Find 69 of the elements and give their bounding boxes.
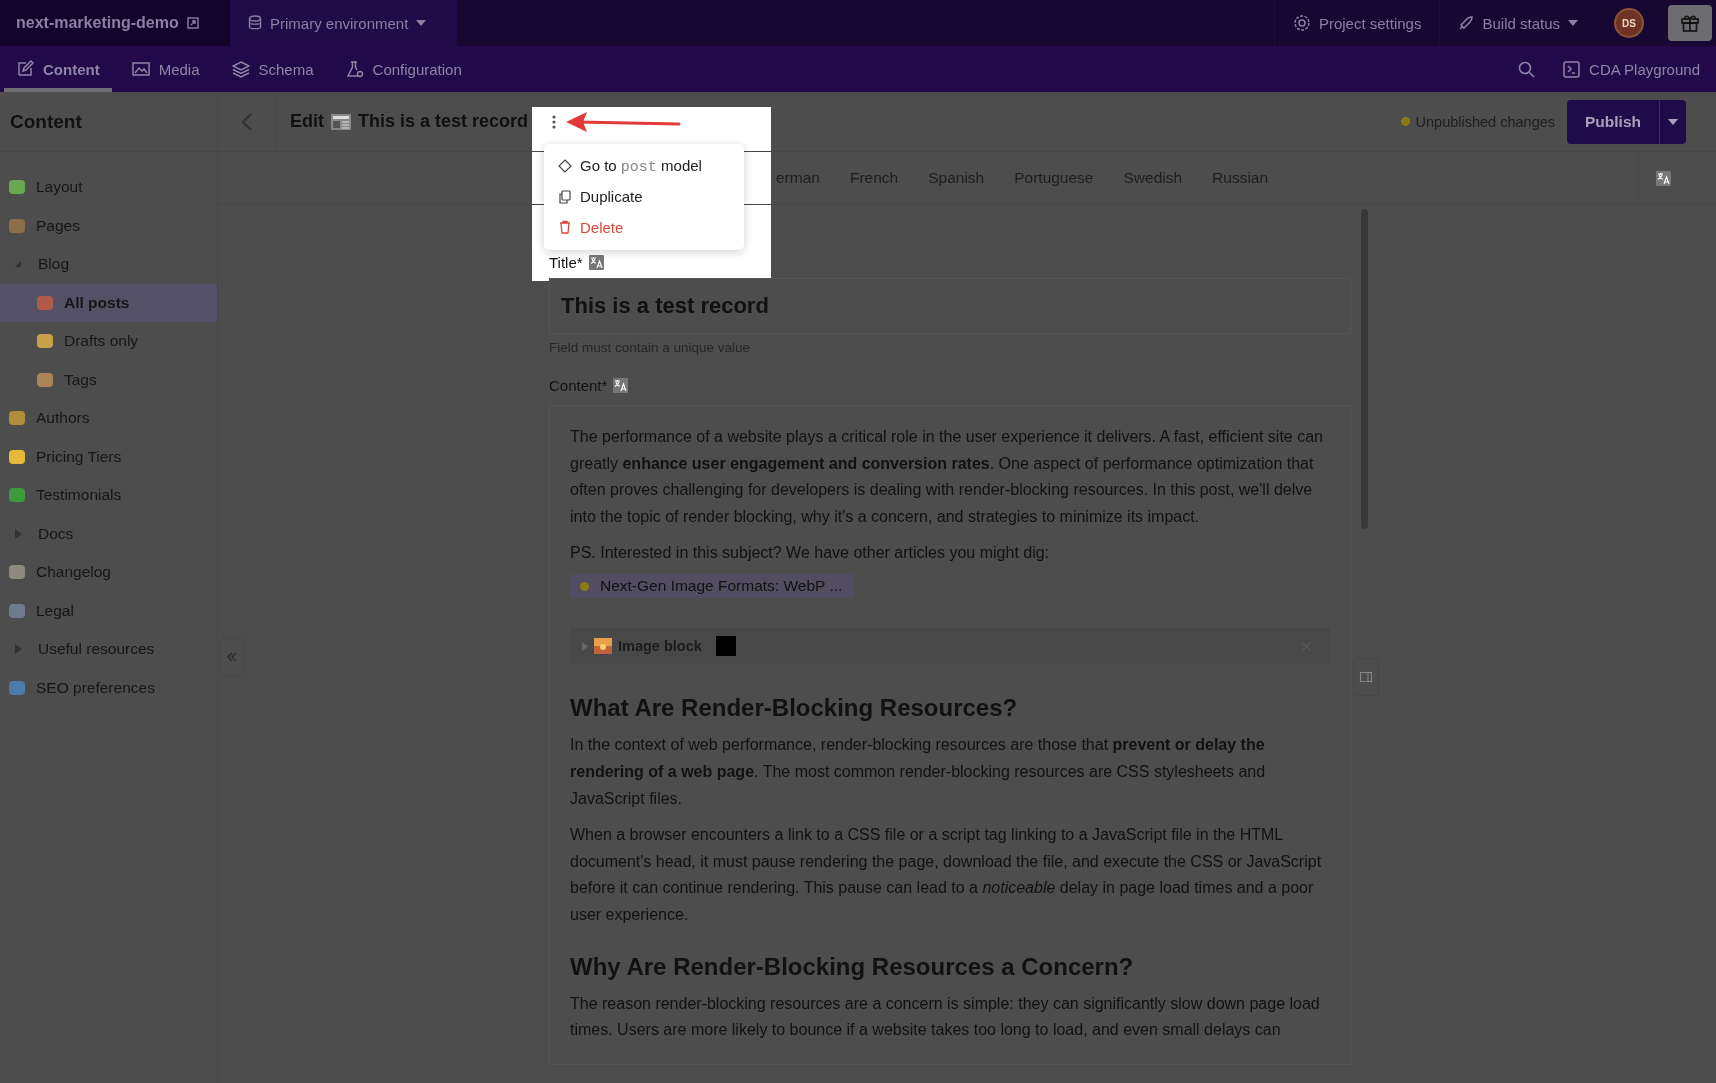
caret-icon	[416, 20, 427, 26]
linked-record-chip[interactable]: Next-Gen Image Formats: WebP ...	[570, 574, 855, 599]
sunset-icon	[594, 638, 612, 655]
sidebar-item[interactable]: Blog	[0, 245, 217, 284]
nav-tab[interactable]: Media	[119, 46, 212, 92]
translate-icon	[613, 377, 629, 393]
sidebar-item[interactable]: Authors	[0, 399, 217, 438]
newspaper-icon	[330, 111, 352, 132]
gift-icon	[1680, 13, 1700, 33]
gift-button[interactable]	[1668, 5, 1712, 41]
menu-item[interactable]: Go to post model	[544, 151, 744, 182]
copy-icon	[558, 189, 572, 204]
user-avatar[interactable]: DS	[1614, 8, 1644, 38]
terminal-icon	[1563, 60, 1581, 78]
paragraph: PS. Interested in this subject? We have other articles you might dig:	[570, 543, 1051, 564]
menu-item[interactable]: Duplicate	[544, 181, 744, 212]
sidebar-item[interactable]: Docs	[0, 514, 217, 553]
sidebar-item[interactable]: Tags	[0, 360, 217, 399]
heading: Why Are Render-Blocking Resources a Concern?	[570, 952, 1135, 981]
sidebar-item[interactable]: Changelog	[0, 553, 217, 592]
trash-icon	[558, 220, 572, 235]
edit-icon	[16, 60, 34, 78]
title-input[interactable]: This is a test record	[549, 278, 1351, 334]
search-icon	[1518, 60, 1536, 78]
sidebar-item[interactable]: Useful resources	[0, 630, 217, 669]
image-icon	[131, 60, 150, 78]
panel-icon	[1360, 672, 1372, 682]
side-panel-button[interactable]	[1353, 658, 1379, 696]
nav-tab[interactable]: Content	[4, 46, 112, 92]
record-title: This is a test record	[358, 111, 529, 132]
paragraph: When a browser encounters a link to a CSS file or a script tag linking to a JavaScript file in the HTML document's head, it must pause rendering the page, download the file, and execute the CSS or JavaScript before it can continue rendering. This pause can lead to a noticeable delay in page load times and a poor user experience.	[570, 825, 1323, 926]
database-icon	[248, 15, 262, 31]
collapsed-caret-icon	[582, 641, 588, 651]
chevron-left-icon	[241, 112, 252, 131]
linked-record-title: Next-Gen Image Formats: WebP ...	[600, 577, 843, 596]
sidebar-title: Content	[0, 92, 217, 152]
field-label: Content*	[549, 376, 608, 394]
nav-tab[interactable]: Configuration	[333, 46, 474, 92]
settings-icon	[1292, 14, 1311, 32]
image-thumbnail	[715, 636, 736, 657]
caret-icon	[1568, 20, 1578, 26]
layers-icon	[231, 60, 250, 78]
sidebar-item[interactable]: Layout	[0, 168, 217, 207]
sidebar-item[interactable]: Legal	[0, 591, 217, 630]
paragraph: In the context of web performance, render-blocking resources are those that prevent or delay the rendering of a web page. The most common render-blocking resources are CSS stylesheets and JavaScript files.	[570, 735, 1267, 809]
sidebar-item[interactable]: All posts	[0, 283, 217, 322]
sidebar-item[interactable]: SEO preferences	[0, 668, 217, 707]
paragraph: The performance of a website plays a critical role in the user experience it delivers. A fast, efficient site can greatly enhance user engagement and conversion rates. One aspect of performance optimization that often proves challenging for developers is dealing with render-blocking resources. In this post, we'll delve into the topic of render blocking, why it's a concern, and strategies to minimize its impact.	[570, 427, 1324, 527]
heading: What Are Render-Blocking Resources?	[570, 694, 1019, 723]
sidebar-item[interactable]: Pricing Tiers	[0, 437, 217, 476]
nav-tab[interactable]: Schema	[219, 46, 326, 92]
double-chevron-icon	[227, 652, 237, 662]
sidebar-item[interactable]: Pages	[0, 206, 217, 245]
field-label: Title*	[549, 253, 583, 271]
environment-dropdown[interactable]: Primary environment	[230, 0, 457, 46]
sidebar-item[interactable]: Testimonials	[0, 476, 217, 515]
collapse-sidebar-button[interactable]	[219, 638, 245, 676]
flask-icon	[345, 60, 364, 78]
edit-label: Edit	[290, 111, 324, 132]
status-dot	[580, 581, 589, 591]
external-link-icon	[186, 17, 199, 29]
menu-item[interactable]: Delete	[544, 212, 744, 243]
diamond-icon	[558, 159, 572, 174]
paragraph: The reason render-blocking resources are a concern is simple: they can significantly slow down page load times. Users are more likely to bounce if a website takes too long to load, and even small delays can	[570, 993, 1321, 1041]
playground-link[interactable]: CDA Playground	[1549, 46, 1716, 92]
content-editor[interactable]	[549, 405, 1351, 1065]
status-dot	[1400, 117, 1410, 126]
caret-icon	[1668, 118, 1678, 125]
translate-icon	[1656, 170, 1671, 186]
